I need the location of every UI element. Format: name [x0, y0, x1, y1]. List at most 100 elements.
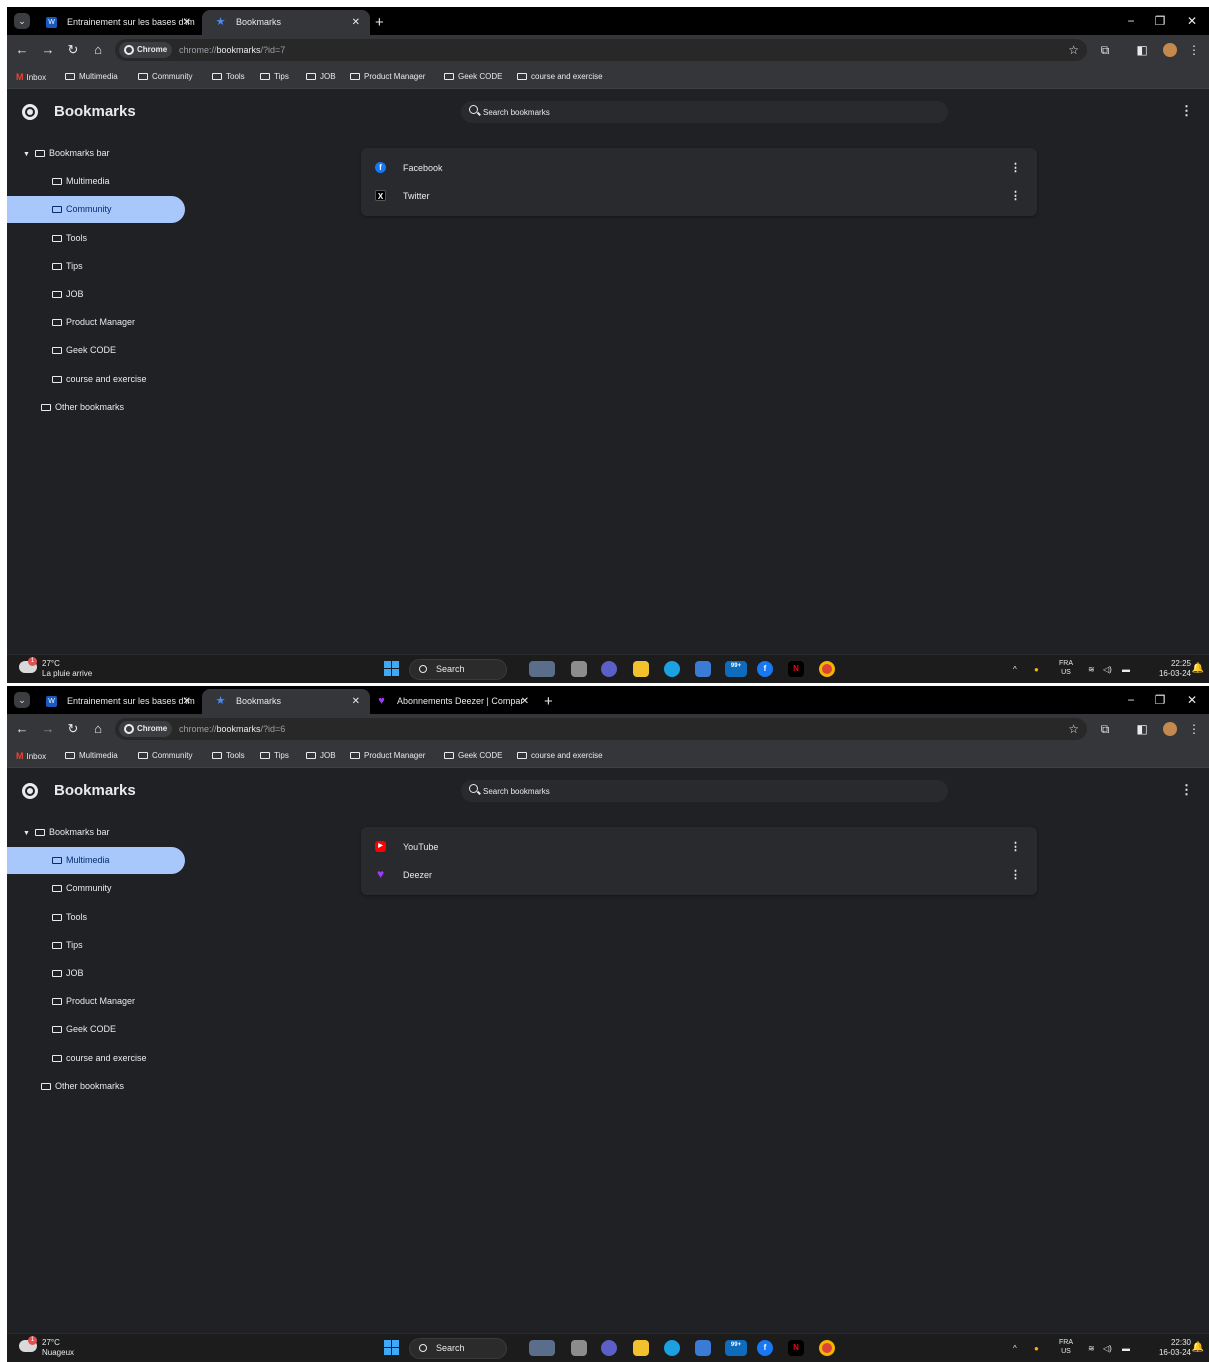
bookmark-folder-tools[interactable]: Tools [212, 744, 245, 768]
bookmark-folder-job[interactable]: JOB [306, 744, 336, 768]
tree-product-manager[interactable]: Product Manager [7, 988, 135, 1015]
edge-icon[interactable] [664, 1340, 680, 1356]
close-tab-icon[interactable]: ✕ [352, 10, 360, 35]
restore-button[interactable]: ❐ [1150, 9, 1170, 33]
tree-community[interactable]: Community [7, 875, 112, 902]
close-window-button[interactable]: ✕ [1182, 688, 1202, 712]
tray-overflow-icon[interactable]: ^ [1013, 655, 1017, 683]
tree-bookmarks-bar[interactable]: ▼ Bookmarks bar [7, 140, 110, 167]
minimize-button[interactable]: − [1121, 9, 1141, 33]
windows-start-icon[interactable] [384, 1340, 400, 1356]
new-tab-button[interactable]: + [375, 10, 384, 35]
language-indicator[interactable]: FRA US [1059, 1338, 1073, 1356]
tab-search-button[interactable]: ⌄ [14, 692, 30, 708]
reload-button[interactable]: ↻ [64, 41, 82, 59]
store-icon[interactable] [695, 661, 711, 677]
collapse-arrow-icon[interactable]: ▼ [23, 141, 35, 168]
file-explorer-icon[interactable] [633, 661, 649, 677]
search-box[interactable] [461, 780, 948, 802]
bookmark-folder-product-manager[interactable]: Product Manager [350, 65, 425, 89]
volume-icon[interactable]: ◁) [1103, 1334, 1112, 1362]
chrome-taskbar-icon[interactable] [819, 661, 835, 677]
chrome-taskbar-icon[interactable] [819, 1340, 835, 1356]
tree-multimedia[interactable]: Multimedia [7, 847, 185, 874]
bookmark-folder-tips[interactable]: Tips [260, 744, 289, 768]
notification-bell-icon[interactable]: 🔔 [1192, 1342, 1204, 1353]
teams-icon[interactable] [601, 1340, 617, 1356]
tab-bookmarks[interactable]: ★ Bookmarks ✕ [202, 689, 370, 714]
tab-search-button[interactable]: ⌄ [14, 13, 30, 29]
bookmark-row[interactable]: ▶ YouTube ⋮ [361, 833, 1037, 861]
bookmark-folder-community[interactable]: Community [138, 65, 192, 89]
bookmark-folder-geek-code[interactable]: Geek CODE [444, 65, 502, 89]
tree-bookmarks-bar[interactable]: ▼ Bookmarks bar [7, 819, 110, 846]
close-tab-icon[interactable]: ✕ [183, 689, 191, 714]
bookmark-row[interactable]: X Twitter ⋮ [361, 182, 1037, 210]
bookmark-star-icon[interactable]: ☆ [1068, 718, 1079, 740]
close-tab-icon[interactable]: ✕ [352, 689, 360, 714]
bookmark-folder-course-and-exercise[interactable]: course and exercise [517, 65, 603, 89]
tree-tools[interactable]: Tools [7, 904, 87, 931]
search-box[interactable] [461, 101, 948, 123]
windows-start-icon[interactable] [384, 661, 400, 677]
netflix-icon[interactable]: N [788, 1340, 804, 1356]
facebook-app-icon[interactable]: f [757, 661, 773, 677]
facebook-app-icon[interactable]: f [757, 1340, 773, 1356]
profile-avatar[interactable] [1163, 722, 1177, 736]
more-actions-icon[interactable]: ⋮ [1010, 154, 1021, 182]
tree-course-and-exercise[interactable]: course and exercise [7, 1045, 147, 1072]
bookmark-row[interactable]: f Facebook ⋮ [361, 154, 1037, 182]
extensions-icon[interactable]: ⧉ [1096, 720, 1114, 738]
battery-icon[interactable]: ▬ [1122, 1334, 1130, 1362]
widgets-icon[interactable] [529, 661, 555, 677]
notification-bell-icon[interactable]: 🔔 [1192, 663, 1204, 674]
bookmark-folder-multimedia[interactable]: Multimedia [65, 65, 118, 89]
netflix-icon[interactable]: N [788, 661, 804, 677]
tab-word-doc[interactable]: W Entrainement sur les bases d'im ✕ [33, 689, 201, 714]
close-tab-icon[interactable]: ✕ [521, 689, 529, 714]
mail-icon[interactable]: 99+ [725, 661, 747, 677]
bookmark-folder-multimedia[interactable]: Multimedia [65, 744, 118, 768]
tab-bookmarks[interactable]: ★ Bookmarks ✕ [202, 10, 370, 35]
tree-multimedia[interactable]: Multimedia [7, 168, 110, 195]
tree-course-and-exercise[interactable]: course and exercise [7, 366, 147, 393]
chrome-menu-icon[interactable]: ⋮ [1185, 41, 1203, 59]
bookmark-star-icon[interactable]: ☆ [1068, 39, 1079, 61]
close-tab-icon[interactable]: ✕ [183, 10, 191, 35]
bookmark-folder-course-and-exercise[interactable]: course and exercise [517, 744, 603, 768]
tree-tools[interactable]: Tools [7, 225, 87, 252]
tree-geek-code[interactable]: Geek CODE [7, 337, 116, 364]
tree-product-manager[interactable]: Product Manager [7, 309, 135, 336]
back-button[interactable]: ← [13, 41, 31, 59]
side-panel-icon[interactable]: ◧ [1133, 41, 1151, 59]
reload-button[interactable]: ↻ [64, 720, 82, 738]
tree-other-bookmarks[interactable]: Other bookmarks [7, 394, 124, 421]
teams-icon[interactable] [601, 661, 617, 677]
widgets-icon[interactable] [529, 1340, 555, 1356]
wifi-icon[interactable]: ≋ [1088, 655, 1095, 683]
profile-avatar[interactable] [1163, 43, 1177, 57]
collapse-arrow-icon[interactable]: ▼ [23, 820, 35, 847]
bookmark-row[interactable]: ♥ Deezer ⋮ [361, 861, 1037, 889]
tree-tips[interactable]: Tips [7, 932, 83, 959]
wifi-icon[interactable]: ≋ [1088, 1334, 1095, 1362]
chrome-menu-icon[interactable]: ⋮ [1185, 720, 1203, 738]
tray-app-icon[interactable]: ● [1034, 655, 1039, 683]
address-bar[interactable]: Chrome chrome://bookmarks/?id=6 ☆ [115, 718, 1087, 740]
tab-word-doc[interactable]: W Entrainement sur les bases d'im ✕ [33, 10, 201, 35]
search-input[interactable] [483, 101, 883, 123]
home-button[interactable]: ⌂ [89, 41, 107, 59]
tree-job[interactable]: JOB [7, 281, 84, 308]
tree-other-bookmarks[interactable]: Other bookmarks [7, 1073, 124, 1100]
system-clock[interactable]: 22:25 16-03-24 [1159, 659, 1191, 679]
side-panel-icon[interactable]: ◧ [1133, 720, 1151, 738]
minimize-button[interactable]: − [1121, 688, 1141, 712]
home-button[interactable]: ⌂ [89, 720, 107, 738]
file-explorer-icon[interactable] [633, 1340, 649, 1356]
bookmark-folder-geek-code[interactable]: Geek CODE [444, 744, 502, 768]
bookmark-inbox[interactable]: M Inbox [16, 744, 46, 769]
tree-geek-code[interactable]: Geek CODE [7, 1016, 116, 1043]
site-info-chip[interactable]: Chrome [119, 42, 173, 58]
bookmark-folder-community[interactable]: Community [138, 744, 192, 768]
more-actions-icon[interactable]: ⋮ [1010, 182, 1021, 210]
